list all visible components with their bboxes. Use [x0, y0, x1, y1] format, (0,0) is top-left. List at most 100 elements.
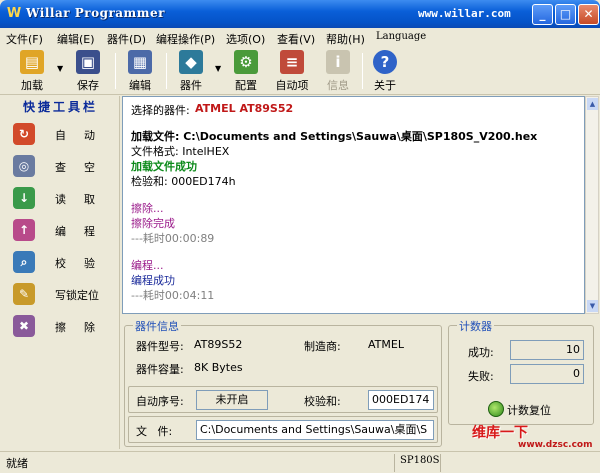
- info-button[interactable]: i 信息: [318, 49, 358, 93]
- read-chip-icon: ↓: [13, 187, 35, 209]
- checksum-field[interactable]: 000ED174: [368, 390, 434, 410]
- blank-check-icon: ◎: [13, 155, 35, 177]
- toolbar-separator: [166, 53, 167, 89]
- device-label: 器件: [180, 79, 202, 92]
- quick-blank-check-button[interactable]: ◎ 查空: [7, 152, 115, 180]
- quick-verify-label: 校验: [55, 257, 113, 270]
- log-program-time: ---耗时00:04:11: [131, 289, 215, 302]
- minimize-button[interactable]: _: [532, 4, 553, 25]
- menu-edit[interactable]: 编辑(E): [57, 31, 95, 47]
- success-count-field: 10: [510, 340, 584, 360]
- watermark-url: www.dzsc.com: [518, 440, 593, 450]
- watermark-brand: 维库一下: [472, 425, 528, 441]
- log-program-done: 编程成功: [131, 274, 175, 287]
- quick-toolbar-header: 快捷工具栏: [22, 100, 98, 114]
- gear-config-icon: ⚙: [234, 50, 258, 74]
- menu-program-ops[interactable]: 编程操作(P): [156, 31, 215, 47]
- log-file-format: 文件格式: IntelHEX: [131, 145, 230, 158]
- edit-button[interactable]: ▦ 编辑: [120, 49, 160, 93]
- quick-erase-button[interactable]: ✖ 擦除: [7, 312, 115, 340]
- auto-items-button[interactable]: ≡ 自动项: [270, 49, 314, 93]
- title-bar: W Willar Programmer www.willar.com _ □ ✕: [0, 0, 600, 28]
- load-button[interactable]: ▤ 加载: [12, 49, 52, 93]
- window-title: Willar Programmer: [26, 6, 165, 20]
- log-scrollbar[interactable]: ▲ ▼: [585, 96, 599, 314]
- counter-title: 计数器: [457, 318, 494, 334]
- quick-lock-bits-button[interactable]: ✎ 写锁定位: [7, 280, 115, 308]
- menu-view[interactable]: 查看(V): [277, 31, 315, 47]
- fail-count-label: 失败:: [468, 370, 494, 383]
- device-model-value: AT89S52: [194, 338, 243, 351]
- manufacturer-label: 制造商:: [304, 340, 341, 353]
- auto-serial-field[interactable]: 未开启: [196, 390, 268, 410]
- file-path-field[interactable]: C:\Documents and Settings\Sauwa\桌面\S: [196, 420, 434, 440]
- device-dropdown-icon[interactable]: ▼: [215, 64, 221, 73]
- erase-icon: ✖: [13, 315, 35, 337]
- app-logo-icon: W: [6, 6, 22, 21]
- quick-erase-label: 擦除: [55, 321, 113, 334]
- info-label: 信息: [327, 79, 349, 92]
- about-label: 关于: [374, 79, 396, 92]
- checksum-label: 校验和:: [304, 395, 341, 408]
- log-load-file: 加载文件: C:\Documents and Settings\Sauwa\桌面…: [131, 130, 538, 143]
- save-button[interactable]: ▣ 保存: [68, 49, 108, 93]
- menu-device[interactable]: 器件(D): [107, 31, 146, 47]
- config-button[interactable]: ⚙ 配置: [226, 49, 266, 93]
- auto-serial-label: 自动序号:: [136, 395, 184, 408]
- log-programming: 编程...: [131, 259, 164, 272]
- window-url: www.willar.com: [418, 7, 511, 20]
- quick-verify-button[interactable]: ⌕ 校验: [7, 248, 115, 276]
- menu-language[interactable]: Language: [376, 31, 426, 42]
- quick-program-button[interactable]: ↑ 编程: [7, 216, 115, 244]
- log-selected-label: 选择的器件:: [131, 104, 190, 117]
- close-button[interactable]: ✕: [578, 4, 599, 25]
- menu-file[interactable]: 文件(F): [6, 31, 43, 47]
- log-erase-done: 擦除完成: [131, 217, 175, 230]
- log-load-success: 加载文件成功: [131, 160, 197, 173]
- counter-reset-label: 计数复位: [507, 404, 551, 417]
- monitor-edit-icon: ▦: [128, 50, 152, 74]
- folder-open-icon: ▤: [20, 50, 44, 74]
- scroll-up-icon[interactable]: ▲: [587, 98, 598, 110]
- load-dropdown-icon[interactable]: ▼: [57, 64, 63, 73]
- log-checksum: 检验和: 000ED174h: [131, 175, 236, 188]
- log-selected-device: ATMEL AT89S52: [195, 102, 294, 115]
- auto-stack-icon: ≡: [280, 50, 304, 74]
- log-erasing: 擦除...: [131, 202, 164, 215]
- success-count-label: 成功:: [468, 346, 494, 359]
- device-button[interactable]: ◆ 器件: [171, 49, 211, 93]
- menu-options[interactable]: 选项(O): [226, 31, 265, 47]
- floppy-disk-icon: ▣: [76, 50, 100, 74]
- scroll-down-icon[interactable]: ▼: [587, 300, 598, 312]
- auto-run-icon: ↻: [13, 123, 35, 145]
- quick-read-label: 读取: [55, 193, 113, 206]
- menu-help[interactable]: 帮助(H): [326, 31, 365, 47]
- status-ready: 就绪: [6, 457, 28, 470]
- device-info-title: 器件信息: [133, 318, 181, 334]
- edit-label: 编辑: [129, 79, 151, 92]
- quick-auto-button[interactable]: ↻ 自动: [7, 120, 115, 148]
- load-label: 加载: [21, 79, 43, 92]
- toolbar-separator: [115, 53, 116, 89]
- counter-reset-button[interactable]: 计数复位: [488, 399, 552, 421]
- config-label: 配置: [235, 79, 257, 92]
- log-erase-time: ---耗时00:00:89: [131, 232, 215, 245]
- reset-green-icon: [488, 401, 504, 417]
- help-question-icon: ?: [373, 50, 397, 74]
- quick-read-button[interactable]: ↓ 读取: [7, 184, 115, 212]
- status-bar: 就绪 SP180S: [0, 451, 600, 473]
- maximize-button[interactable]: □: [555, 4, 576, 25]
- quick-program-label: 编程: [55, 225, 113, 238]
- quick-blank-check-label: 查空: [55, 161, 113, 174]
- manufacturer-value: ATMEL: [368, 338, 404, 351]
- status-model: SP180S: [400, 455, 440, 466]
- device-model-label: 器件型号:: [136, 340, 184, 353]
- log-output[interactable]: 选择的器件: ATMEL AT89S52 加载文件: C:\Documents …: [122, 96, 585, 314]
- about-button[interactable]: ? 关于: [367, 49, 403, 93]
- quick-toolbar: 快捷工具栏 ↻ 自动 ◎ 查空 ↓ 读取 ↑ 编程 ⌕ 校验 ✎ 写锁定位 ✖ …: [1, 96, 120, 449]
- file-label: 文 件:: [136, 425, 173, 438]
- status-separator: [440, 454, 441, 472]
- fail-count-field: 0: [510, 364, 584, 384]
- toolbar-separator: [362, 53, 363, 89]
- info-disabled-icon: i: [326, 50, 350, 74]
